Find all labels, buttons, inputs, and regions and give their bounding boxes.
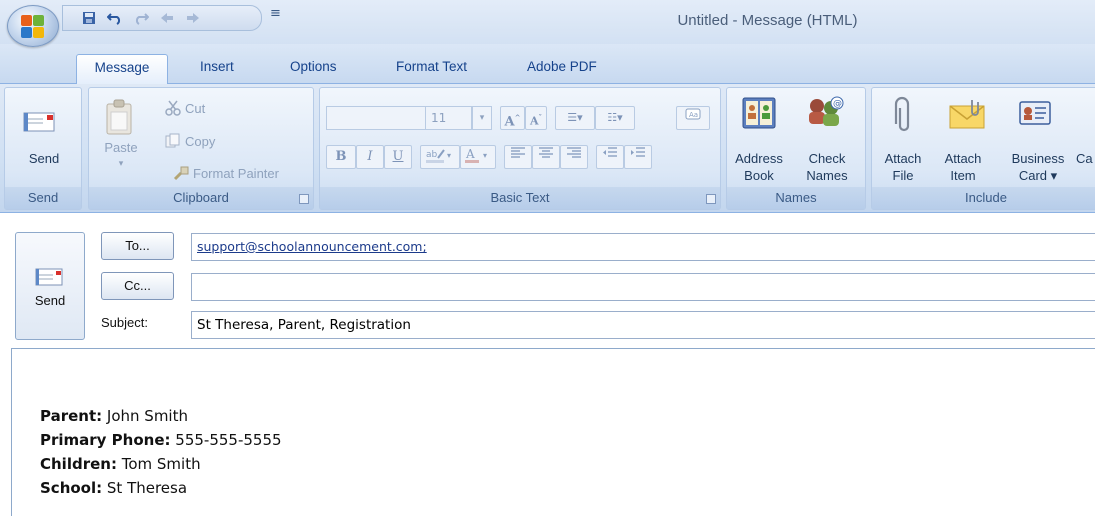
- window-title: Untitled - Message (HTML): [677, 12, 858, 29]
- decrease-indent-icon: [603, 147, 617, 157]
- paste-label[interactable]: Paste: [95, 140, 147, 155]
- send-button[interactable]: Send: [15, 232, 85, 340]
- title-bar: ≡ Untitled - Message (HTML): [0, 0, 1095, 47]
- address-book-label-2[interactable]: Book: [729, 168, 789, 183]
- align-left-icon: [511, 147, 525, 158]
- address-book-label-1[interactable]: Address: [729, 151, 789, 166]
- to-button[interactable]: To...: [101, 232, 174, 260]
- address-book-icon[interactable]: [741, 96, 777, 133]
- clear-formatting-icon: Aa: [685, 108, 701, 120]
- attach-file-label-2[interactable]: File: [878, 168, 928, 183]
- clipboard-launcher-icon[interactable]: [299, 194, 309, 204]
- underline-button[interactable]: U: [384, 145, 412, 169]
- font-color-icon: A ▾: [465, 147, 487, 163]
- paperclip-icon[interactable]: [894, 96, 914, 137]
- subject-label: Subject:: [101, 315, 148, 330]
- tab-options[interactable]: Options: [290, 54, 337, 84]
- highlight-icon: ab ▾: [426, 149, 451, 163]
- clipboard-group: Paste ▾ Cut Copy Format Painter Clipboar…: [88, 87, 314, 210]
- svg-text:ab: ab: [426, 150, 438, 160]
- message-body[interactable]: Parent: John Smith Primary Phone: 555-55…: [11, 348, 1095, 516]
- decrease-indent-button[interactable]: [596, 145, 624, 169]
- grow-font-button[interactable]: A^: [500, 106, 525, 130]
- paste-icon[interactable]: [105, 98, 135, 139]
- align-center-icon: [539, 147, 553, 158]
- ribbon: Send Send Paste ▾ Cut Copy Format Painte…: [0, 84, 1095, 213]
- align-center-button[interactable]: [532, 145, 560, 169]
- business-card-icon[interactable]: [1018, 98, 1052, 131]
- tab-insert[interactable]: Insert: [200, 54, 234, 84]
- send-group: Send Send: [4, 87, 82, 210]
- basic-text-launcher-icon[interactable]: [706, 194, 716, 204]
- body-line-parent: Parent: John Smith: [40, 407, 188, 425]
- font-name-combo[interactable]: [326, 106, 426, 130]
- font-color-button[interactable]: A ▾: [460, 145, 496, 169]
- align-right-button[interactable]: [560, 145, 588, 169]
- check-names-label-2[interactable]: Names: [793, 168, 861, 183]
- bullets-button[interactable]: ☰▾: [555, 106, 595, 130]
- body-line-school: School: St Theresa: [40, 479, 188, 497]
- svg-text:▾: ▾: [447, 151, 451, 160]
- numbering-button[interactable]: ☷▾: [595, 106, 635, 130]
- bold-button[interactable]: B: [326, 145, 356, 169]
- send-icon: [35, 267, 65, 290]
- clipboard-group-label: Clipboard: [89, 187, 313, 209]
- to-field[interactable]: support@schoolannouncement.com;: [191, 233, 1095, 261]
- align-left-button[interactable]: [504, 145, 532, 169]
- basic-text-group-label: Basic Text: [320, 187, 720, 209]
- italic-button[interactable]: I: [356, 145, 384, 169]
- copy-label[interactable]: Copy: [185, 134, 215, 149]
- body-line-phone: Primary Phone: 555-555-5555: [40, 431, 282, 449]
- svg-text:A: A: [465, 147, 475, 161]
- attach-item-icon[interactable]: [948, 98, 988, 133]
- format-painter-label[interactable]: Format Painter: [193, 166, 279, 181]
- highlight-button[interactable]: ab ▾: [420, 145, 460, 169]
- attach-file-label-1[interactable]: Attach: [878, 151, 928, 166]
- svg-text:Aa: Aa: [689, 111, 698, 119]
- send-group-label: Send: [5, 187, 81, 209]
- increase-indent-button[interactable]: [624, 145, 652, 169]
- ribbon-tab-row: Message Insert Options Format Text Adobe…: [0, 44, 1095, 85]
- copy-icon[interactable]: [165, 133, 181, 152]
- basic-text-group: ▾ 11 ▾ A^ Aˇ ☰▾ ☷▾ Aa B I U ab ▾ A▾: [319, 87, 721, 210]
- cut-label[interactable]: Cut: [185, 101, 205, 116]
- tab-adobe-pdf[interactable]: Adobe PDF: [527, 54, 597, 84]
- clear-formatting-button[interactable]: Aa: [676, 106, 710, 130]
- cut-icon[interactable]: [165, 100, 181, 119]
- shrink-font-button[interactable]: Aˇ: [525, 106, 547, 130]
- office-button[interactable]: [7, 5, 59, 47]
- send-button-label: Send: [34, 293, 66, 308]
- business-card-label-2[interactable]: Card ▾: [1002, 168, 1074, 183]
- format-painter-icon[interactable]: [173, 165, 189, 184]
- align-right-icon: [567, 147, 581, 158]
- attach-item-label-2[interactable]: Item: [938, 168, 988, 183]
- names-group-label: Names: [727, 187, 865, 209]
- names-group: @ Address Book Check Names Names: [726, 87, 866, 210]
- cc-field[interactable]: [191, 273, 1095, 301]
- increase-indent-icon: [631, 147, 645, 157]
- font-size-dropdown-icon[interactable]: ▾: [472, 106, 492, 130]
- include-group-label: Include: [872, 187, 1095, 209]
- font-size-combo[interactable]: 11: [426, 106, 472, 130]
- attach-item-label-1[interactable]: Attach: [938, 151, 988, 166]
- svg-text:@: @: [833, 99, 842, 109]
- tab-format-text[interactable]: Format Text: [396, 54, 467, 84]
- send-mail-icon[interactable]: [23, 110, 57, 137]
- calendar-label-partial[interactable]: Ca: [1076, 151, 1093, 166]
- business-card-label-1[interactable]: Business: [1002, 151, 1074, 166]
- send-ribbon-label[interactable]: Send: [5, 151, 83, 166]
- paste-dropdown-icon[interactable]: ▾: [95, 156, 147, 171]
- svg-text:▾: ▾: [483, 151, 487, 160]
- subject-field[interactable]: St Theresa, Parent, Registration: [191, 311, 1095, 339]
- tab-message[interactable]: Message: [76, 54, 168, 85]
- check-names-icon[interactable]: @: [805, 94, 845, 133]
- body-line-children: Children: Tom Smith: [40, 455, 201, 473]
- office-logo-icon: [21, 15, 45, 39]
- include-group: Attach File Attach Item Business Card ▾ …: [871, 87, 1095, 210]
- cc-button[interactable]: Cc...: [101, 272, 174, 300]
- check-names-label-1[interactable]: Check: [793, 151, 861, 166]
